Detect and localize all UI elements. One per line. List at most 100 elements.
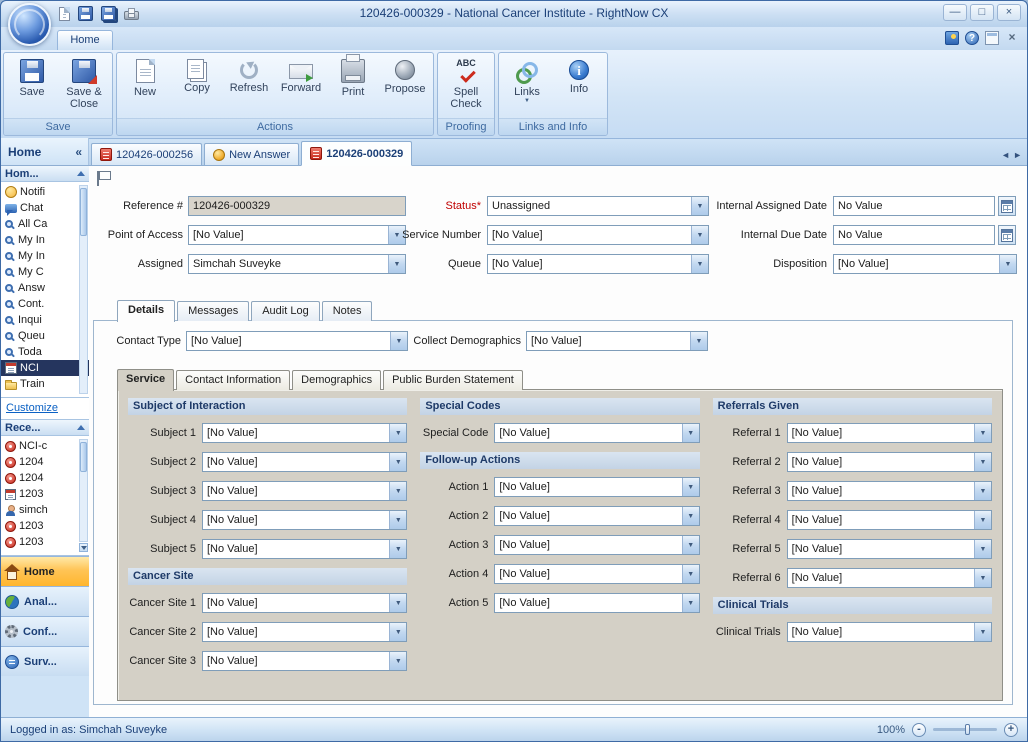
field-dropdown[interactable]: [No Value] ▼ [202, 510, 407, 530]
chevron-down-icon[interactable]: ▼ [974, 511, 991, 529]
service-number-dropdown[interactable]: [No Value] ▼ [487, 225, 709, 245]
queue-dropdown[interactable]: [No Value] ▼ [487, 254, 709, 274]
feedback-icon[interactable] [945, 31, 959, 45]
ribbon-button[interactable]: Print [328, 56, 378, 116]
field-dropdown[interactable]: [No Value] ▼ [202, 622, 407, 642]
chevron-down-icon[interactable]: ▼ [389, 623, 406, 641]
sidebar-tree-item[interactable]: My In [1, 248, 89, 264]
recent-item[interactable]: 1203 [1, 518, 89, 534]
sidebar-tree-item[interactable]: Answ [1, 280, 89, 296]
field-dropdown[interactable]: [No Value] ▼ [202, 593, 407, 613]
ribbon-button[interactable]: Save & Close [59, 56, 109, 116]
sidebar-tree-item[interactable]: Toda [1, 344, 89, 360]
field-dropdown[interactable]: [No Value] ▼ [202, 651, 407, 671]
navigation-button[interactable]: Surv... [1, 646, 89, 676]
field-dropdown[interactable]: [No Value] ▼ [202, 539, 407, 559]
ribbon-button[interactable]: Forward [276, 56, 326, 116]
zoom-out-button[interactable]: - [912, 723, 926, 737]
internal-assigned-date-field[interactable]: No Value [833, 196, 995, 216]
field-dropdown[interactable]: [No Value] ▼ [494, 477, 699, 497]
flag-icon[interactable] [97, 171, 110, 186]
chevron-down-icon[interactable]: ▼ [690, 332, 707, 350]
recent-item[interactable]: 1203 [1, 486, 89, 502]
service-tab[interactable]: Demographics [292, 370, 381, 390]
recent-scrollbar-thumb[interactable] [80, 442, 87, 472]
ribbon-button[interactable]: Spell Check [441, 56, 491, 116]
chevron-down-icon[interactable]: ▼ [682, 424, 699, 442]
tree-scrollbar[interactable] [79, 185, 88, 394]
chevron-down-icon[interactable]: ▼ [389, 511, 406, 529]
field-dropdown[interactable]: [No Value] ▼ [494, 423, 699, 443]
tab-scroll-right-icon[interactable]: ► [1013, 150, 1022, 160]
internal-due-date-calendar-button[interactable] [998, 225, 1016, 245]
tree-scrollbar-thumb[interactable] [80, 188, 87, 236]
window-icon[interactable] [985, 31, 999, 45]
field-dropdown[interactable]: [No Value] ▼ [494, 564, 699, 584]
navigation-button[interactable]: Anal... [1, 586, 89, 616]
field-dropdown[interactable]: [No Value] ▼ [202, 481, 407, 501]
chevron-down-icon[interactable]: ▼ [999, 255, 1016, 273]
help-icon[interactable] [965, 31, 979, 45]
internal-assigned-date-calendar-button[interactable] [998, 196, 1016, 216]
point-of-access-dropdown[interactable]: [No Value] ▼ [188, 225, 406, 245]
field-dropdown[interactable]: [No Value] ▼ [494, 535, 699, 555]
ribbon-button[interactable]: Copy [172, 56, 222, 116]
service-tab[interactable]: Public Burden Statement [383, 370, 523, 390]
ribbon-button[interactable]: New [120, 56, 170, 116]
sidebar-tree-item[interactable]: Inqui [1, 312, 89, 328]
document-tab[interactable]: 120426-000256 [91, 143, 202, 165]
zoom-slider[interactable] [933, 728, 997, 731]
chevron-down-icon[interactable]: ▼ [682, 536, 699, 554]
contact-type-dropdown[interactable]: [No Value] ▼ [186, 331, 408, 351]
page-tab[interactable]: Notes [322, 301, 373, 321]
chevron-down-icon[interactable]: ▼ [389, 482, 406, 500]
navigation-button[interactable]: Conf... [1, 616, 89, 646]
page-tab[interactable]: Details [117, 300, 175, 322]
field-dropdown[interactable]: [No Value] ▼ [787, 622, 992, 642]
chevron-down-icon[interactable]: ▼ [682, 478, 699, 496]
field-dropdown[interactable]: [No Value] ▼ [787, 539, 992, 559]
sidebar-group-header-home[interactable]: Hom... [1, 166, 89, 182]
zoom-in-button[interactable]: + [1004, 723, 1018, 737]
sidebar-tree-item[interactable]: Queu [1, 328, 89, 344]
field-dropdown[interactable]: [No Value] ▼ [202, 452, 407, 472]
recent-item[interactable]: simch [1, 502, 89, 518]
field-dropdown[interactable]: [No Value] ▼ [787, 423, 992, 443]
sidebar-tree-item[interactable]: Notifi [1, 184, 89, 200]
sidebar-tree-item[interactable]: NCI [1, 360, 89, 376]
field-dropdown[interactable]: [No Value] ▼ [202, 423, 407, 443]
page-tab[interactable]: Audit Log [251, 301, 319, 321]
collapse-sidebar-button[interactable]: « [75, 145, 82, 159]
sidebar-tree-item[interactable]: Train [1, 376, 89, 392]
recent-item[interactable]: 1204 [1, 454, 89, 470]
chevron-down-icon[interactable]: ▼ [389, 652, 406, 670]
field-dropdown[interactable]: [No Value] ▼ [494, 506, 699, 526]
chevron-down-icon[interactable]: ▼ [974, 623, 991, 641]
maximize-button[interactable]: □ [970, 4, 994, 21]
service-tab[interactable]: Contact Information [176, 370, 290, 390]
ribbon-button[interactable]: Refresh [224, 56, 274, 116]
ribbon-button[interactable]: Links ▼ [502, 56, 552, 116]
document-tab[interactable]: New Answer [204, 143, 299, 165]
chevron-down-icon[interactable]: ▼ [974, 569, 991, 587]
chevron-down-icon[interactable]: ▼ [974, 453, 991, 471]
ribbon-button[interactable]: Info [554, 56, 604, 116]
sidebar-tree-item[interactable]: All Ca [1, 216, 89, 232]
document-tab[interactable]: 120426-000329 [301, 141, 412, 166]
sidebar-group-header-recent[interactable]: Rece... [1, 420, 89, 436]
field-dropdown[interactable]: [No Value] ▼ [787, 452, 992, 472]
recent-item[interactable]: NCI-c [1, 438, 89, 454]
recent-item[interactable]: 1203 [1, 534, 89, 550]
chevron-down-icon[interactable]: ▼ [389, 594, 406, 612]
chevron-down-icon[interactable]: ▼ [682, 594, 699, 612]
collect-demographics-dropdown[interactable]: [No Value] ▼ [526, 331, 708, 351]
assigned-dropdown[interactable]: Simchah Suveyke ▼ [188, 254, 406, 274]
ribbon-button[interactable]: Propose [380, 56, 430, 116]
close-button[interactable]: × [997, 4, 1021, 21]
ribbon-button[interactable]: Save [7, 56, 57, 116]
recent-item[interactable]: 1204 [1, 470, 89, 486]
navigation-button[interactable]: Home [1, 556, 89, 586]
chevron-down-icon[interactable]: ▼ [974, 424, 991, 442]
application-menu-button[interactable] [8, 3, 51, 46]
status-dropdown[interactable]: Unassigned ▼ [487, 196, 709, 216]
